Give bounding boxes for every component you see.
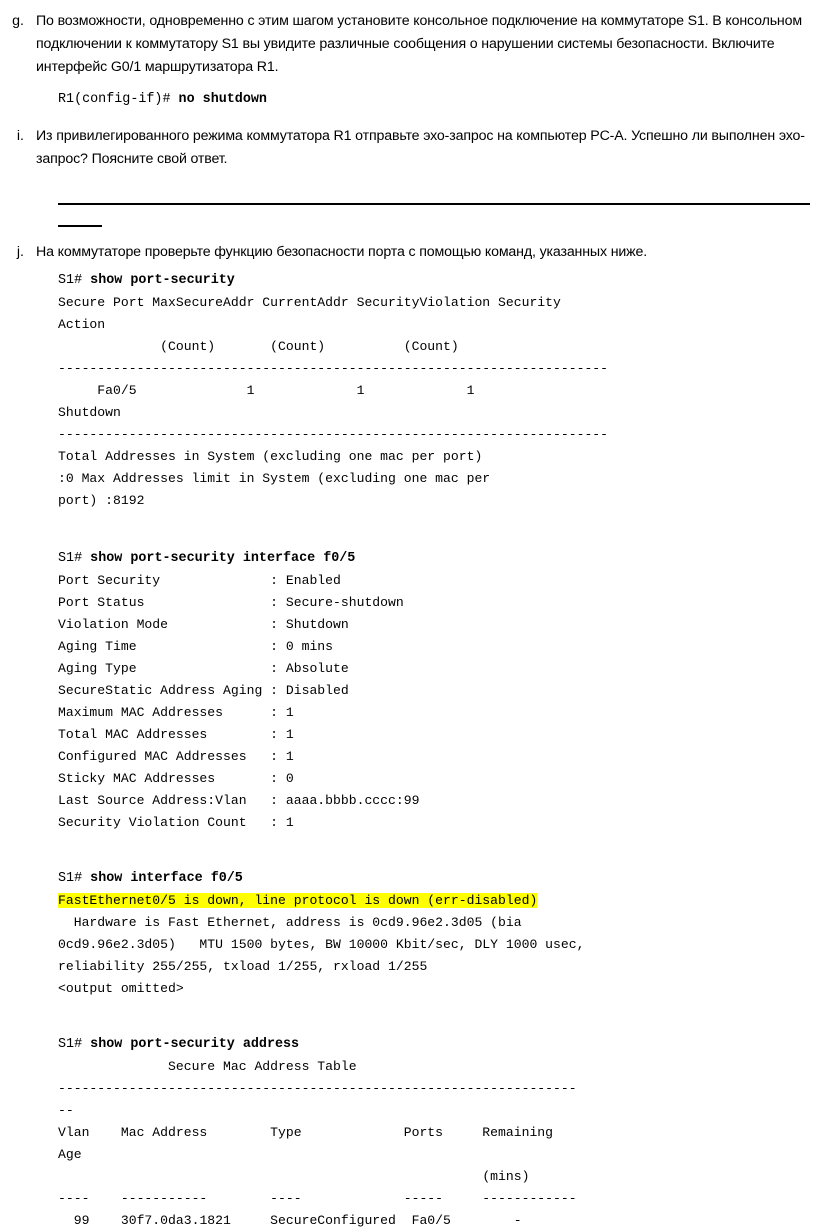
list-text-i: Из привилегированного режима коммутатора… [36,128,805,167]
output-port-security-interface: Port Security : Enabled Port Status : Se… [58,573,420,830]
command-no-shutdown: R1(config-if)# no shutdown [58,89,816,111]
command-text: show interface f0/5 [90,871,243,886]
output-secure-mac-address-table: Secure Mac Address Table ---------------… [58,1059,577,1228]
output-port-security-table: Secure Port MaxSecureAddr CurrentAddr Se… [58,295,609,508]
command-prompt: S1# [58,1037,91,1052]
command-prompt: S1# [58,551,91,566]
list-marker-g: g. [12,13,24,29]
list-item-i: i. Из привилегированного режима коммутат… [0,125,816,171]
command-text: show port-security interface f0/5 [90,551,356,566]
command-prompt: S1# [58,871,91,886]
list-marker-i: i. [16,128,24,144]
highlighted-status-line: FastEthernet0/5 is down, line protocol i… [58,893,538,908]
list-marker-j: j. [16,244,24,260]
list-text-g: По возможности, одновременно с этим шаго… [36,13,802,75]
command-show-port-security: S1# show port-security [58,270,816,292]
command-text: show port-security [90,273,235,288]
command-prompt: R1(config-if)# [58,92,179,107]
output-interface-details: Hardware is Fast Ethernet, address is 0c… [58,915,585,996]
list-item-g: g. По возможности, одновременно с этим ш… [0,10,816,79]
list-item-j: j. На коммутаторе проверьте функцию безо… [0,241,816,264]
list-text-j: На коммутаторе проверьте функцию безопас… [36,244,648,260]
command-text: show port-security address [90,1037,300,1052]
output-interface-status-highlighted: FastEthernet0/5 is down, line protocol i… [58,890,816,912]
document-page: g. По возможности, одновременно с этим ш… [0,0,816,1228]
command-show-port-security-interface: S1# show port-security interface f0/5 [58,548,816,570]
command-show-port-security-address: S1# show port-security address [58,1034,816,1056]
command-prompt: S1# [58,273,91,288]
command-show-interface: S1# show interface f0/5 [58,868,816,890]
command-text: no shutdown [178,92,267,107]
